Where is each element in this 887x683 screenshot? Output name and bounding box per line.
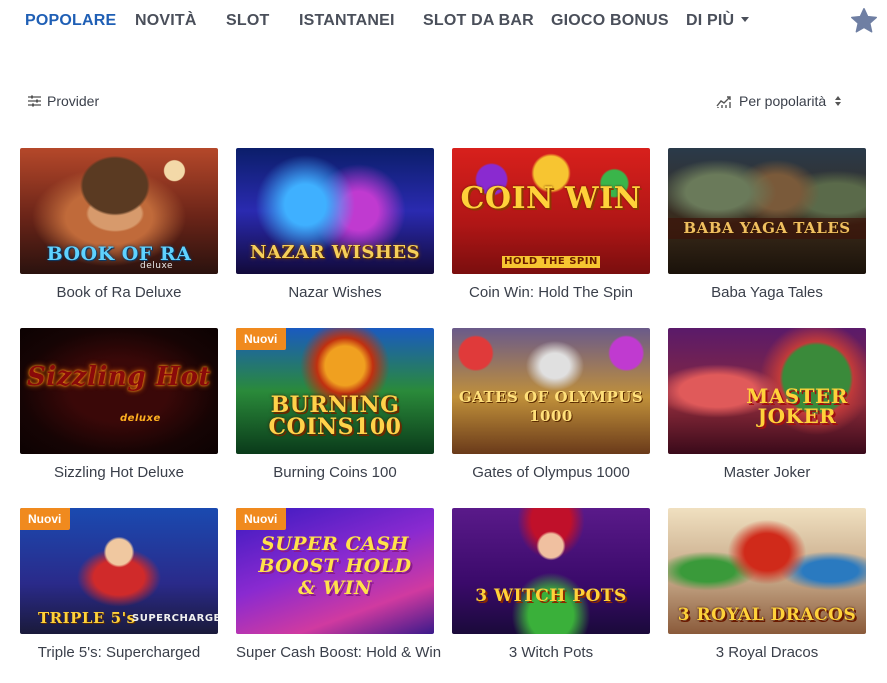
game-card[interactable]: BABA YAGA TALES Baba Yaga Tales — [668, 148, 866, 301]
tab-istantanei[interactable]: ISTANTANEI — [299, 12, 395, 30]
tab-di-piu-label: DI PIÙ — [686, 12, 735, 29]
game-thumbnail: NAZAR WISHES — [236, 148, 434, 274]
game-card[interactable]: Sizzling Hot deluxe Sizzling Hot Deluxe — [20, 328, 218, 481]
game-logo: NAZAR WISHES — [249, 242, 421, 263]
game-title[interactable]: Burning Coins 100 — [236, 464, 434, 481]
game-logo: 3 ROYAL DRACOS — [677, 605, 857, 625]
new-badge: Nuovi — [236, 508, 287, 530]
tab-slot-da-bar[interactable]: SLOT DA BAR — [423, 12, 534, 30]
tab-di-piu[interactable]: DI PIÙ — [686, 12, 750, 30]
game-card[interactable]: MASTER JOKER Master Joker — [668, 328, 866, 481]
game-logo: BOOK OF RA — [46, 243, 192, 265]
game-card[interactable]: 3 WITCH POTS 3 Witch Pots — [452, 508, 650, 661]
game-title[interactable]: Baba Yaga Tales — [668, 284, 866, 301]
game-thumbnail: Sizzling Hot deluxe — [20, 328, 218, 454]
provider-label: Provider — [47, 93, 100, 109]
category-nav: POPOLARE NOVITÀ SLOT ISTANTANEI SLOT DA … — [0, 0, 887, 46]
game-logo-sub: SUPERCHARGED — [132, 613, 218, 624]
provider-filter-button[interactable]: Provider — [28, 93, 99, 109]
game-title[interactable]: Gates of Olympus 1000 — [452, 464, 650, 481]
game-card[interactable]: GATES OF OLYMPUS 1000 Gates of Olympus 1… — [452, 328, 650, 481]
new-badge: Nuovi — [20, 508, 71, 530]
game-card[interactable]: BOOK OF RA deluxe Book of Ra Deluxe — [20, 148, 218, 301]
game-logo: MASTER JOKER — [746, 384, 848, 428]
game-logo: GATES OF OLYMPUS 1000 — [458, 388, 644, 425]
game-thumbnail: 3 ROYAL DRACOS — [668, 508, 866, 634]
game-title[interactable]: 3 Witch Pots — [452, 644, 650, 661]
game-card[interactable]: 3 ROYAL DRACOS 3 Royal Dracos — [668, 508, 866, 661]
game-logo: Sizzling Hot — [27, 362, 211, 392]
game-thumbnail: GATES OF OLYMPUS 1000 — [452, 328, 650, 454]
game-card[interactable]: SUPER CASH BOOST HOLD & WIN Nuovi Super … — [236, 508, 441, 661]
game-title[interactable]: Coin Win: Hold The Spin — [452, 284, 650, 301]
new-badge: Nuovi — [236, 328, 287, 350]
game-title[interactable]: Sizzling Hot Deluxe — [20, 464, 218, 481]
game-title[interactable]: Triple 5's: Supercharged — [20, 644, 218, 661]
game-thumbnail: BOOK OF RA deluxe — [20, 148, 218, 274]
game-title[interactable]: Master Joker — [668, 464, 866, 481]
game-logo-sub: deluxe — [120, 413, 161, 424]
game-logo: BABA YAGA TALES — [668, 218, 866, 239]
star-icon[interactable] — [849, 6, 879, 36]
game-logo: SUPER CASH BOOST HOLD & WIN — [258, 533, 412, 599]
game-logo: 3 WITCH POTS — [475, 586, 627, 606]
game-thumbnail: TRIPLE 5's SUPERCHARGED Nuovi — [20, 508, 218, 634]
tab-novita[interactable]: NOVITÀ — [135, 12, 197, 30]
sort-updown-icon — [835, 96, 842, 106]
chevron-down-icon — [741, 17, 750, 22]
game-logo: COIN WIN — [460, 181, 642, 216]
game-thumbnail: SUPER CASH BOOST HOLD & WIN Nuovi — [236, 508, 434, 634]
game-title[interactable]: 3 Royal Dracos — [668, 644, 866, 661]
tab-gioco-bonus[interactable]: GIOCO BONUS — [551, 12, 669, 30]
game-title[interactable]: Nazar Wishes — [236, 284, 434, 301]
game-card[interactable]: TRIPLE 5's SUPERCHARGED Nuovi Triple 5's… — [20, 508, 218, 661]
game-thumbnail: BABA YAGA TALES — [668, 148, 866, 274]
game-logo: BURNING COINS100 — [268, 392, 402, 440]
tab-slot[interactable]: SLOT — [226, 12, 269, 30]
game-title[interactable]: Book of Ra Deluxe — [20, 284, 218, 301]
game-card[interactable]: BURNING COINS100 Nuovi Burning Coins 100 — [236, 328, 434, 481]
game-thumbnail: MASTER JOKER — [668, 328, 866, 454]
trend-chart-icon — [716, 96, 731, 108]
game-thumbnail: 3 WITCH POTS — [452, 508, 650, 634]
filter-sliders-icon — [28, 95, 41, 107]
game-logo-sub: HOLD THE SPIN — [502, 256, 600, 268]
game-card[interactable]: NAZAR WISHES Nazar Wishes — [236, 148, 434, 301]
game-logo-sub: deluxe — [140, 261, 174, 271]
tab-popolare[interactable]: POPOLARE — [25, 12, 116, 30]
sort-label: Per popolarità — [739, 93, 827, 109]
game-thumbnail: COIN WIN HOLD THE SPIN — [452, 148, 650, 274]
sort-select[interactable]: Per popolarità — [716, 93, 842, 109]
game-thumbnail: BURNING COINS100 Nuovi — [236, 328, 434, 454]
game-title[interactable]: Super Cash Boost: Hold & Win — [236, 644, 441, 661]
game-card[interactable]: COIN WIN HOLD THE SPIN Coin Win: Hold Th… — [452, 148, 650, 301]
game-logo: TRIPLE 5's — [38, 609, 136, 627]
